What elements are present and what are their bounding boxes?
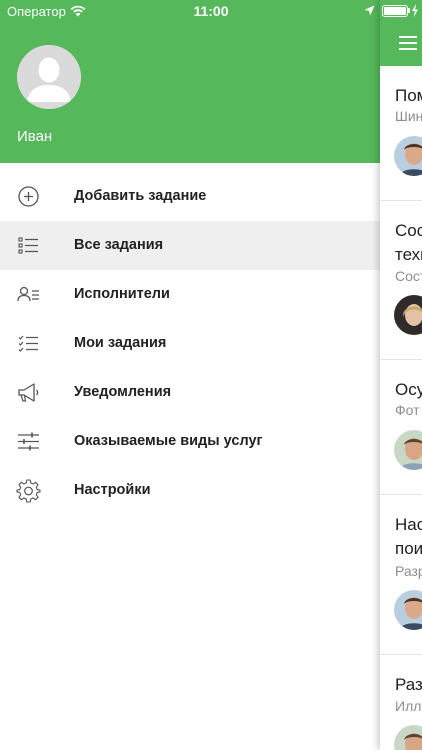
menu-item-all-tasks[interactable]: Все задания	[0, 221, 380, 270]
performers-icon	[16, 282, 41, 307]
megaphone-icon	[16, 380, 41, 405]
drawer-header: Иван	[0, 0, 380, 163]
add-circle-icon	[16, 184, 41, 209]
gear-icon	[16, 478, 41, 503]
menu-item-notifications[interactable]: Уведомления	[0, 368, 380, 417]
checklist-icon	[16, 331, 41, 356]
task-subtitle: Разр	[395, 563, 422, 579]
task-subtitle: Фот	[395, 402, 420, 418]
tasks-screen: Пом Шин Сос техн Сост Осу Фот Нас пои Ра…	[380, 0, 422, 750]
sliders-icon	[16, 429, 41, 454]
user-name: Иван	[17, 128, 53, 145]
task-card[interactable]: Раз Илл	[380, 655, 422, 750]
performer-avatar	[394, 136, 422, 176]
task-card[interactable]: Сос техн Сост	[380, 201, 422, 360]
user-placeholder-icon	[17, 45, 81, 109]
performer-avatar	[394, 430, 422, 470]
menu-item-settings[interactable]: Настройки	[0, 466, 380, 515]
performer-avatar	[394, 725, 422, 750]
battery-tip	[408, 8, 410, 13]
charging-bolt-icon	[412, 4, 418, 17]
avatar[interactable]	[17, 45, 81, 109]
task-subtitle: Шин	[395, 108, 422, 124]
task-title: Осу	[395, 380, 422, 399]
performer-avatar	[394, 295, 422, 335]
menu-item-label: Добавить задание	[74, 188, 207, 204]
clock: 11:00	[193, 3, 229, 19]
menu-item-label: Исполнители	[74, 286, 170, 302]
hamburger-menu-icon[interactable]	[399, 36, 417, 50]
task-card[interactable]: Осу Фот	[380, 360, 422, 495]
menu-item-label: Мои задания	[74, 335, 167, 351]
navigation-drawer: Иван Добавить задание Все задания Исполн…	[0, 0, 380, 750]
task-title-line2: пои	[395, 539, 422, 558]
performer-avatar	[394, 590, 422, 630]
task-title: Нас	[395, 515, 422, 534]
task-card[interactable]: Пом Шин	[380, 66, 422, 201]
menu-item-add-task[interactable]: Добавить задание	[0, 172, 380, 221]
drawer-menu: Добавить задание Все задания Исполнители…	[0, 172, 380, 515]
task-subtitle: Сост	[395, 268, 422, 284]
status-bar: Оператор 11:00	[0, 0, 422, 22]
menu-item-performers[interactable]: Исполнители	[0, 270, 380, 319]
task-title: Сос	[395, 221, 422, 240]
list-icon	[16, 233, 41, 258]
task-title-line2: техн	[395, 245, 422, 264]
battery-icon	[382, 5, 408, 17]
menu-item-label: Оказываемые виды услуг	[74, 433, 263, 449]
menu-item-my-tasks[interactable]: Мои задания	[0, 319, 380, 368]
task-subtitle: Илл	[395, 698, 422, 714]
menu-item-label: Все задания	[74, 237, 164, 253]
menu-item-label: Уведомления	[74, 384, 172, 400]
location-arrow-icon	[364, 5, 375, 16]
menu-item-services[interactable]: Оказываемые виды услуг	[0, 417, 380, 466]
task-title: Раз	[395, 675, 422, 694]
menu-item-label: Настройки	[74, 482, 151, 498]
task-card[interactable]: Нас пои Разр	[380, 495, 422, 655]
task-title: Пом	[395, 86, 422, 105]
